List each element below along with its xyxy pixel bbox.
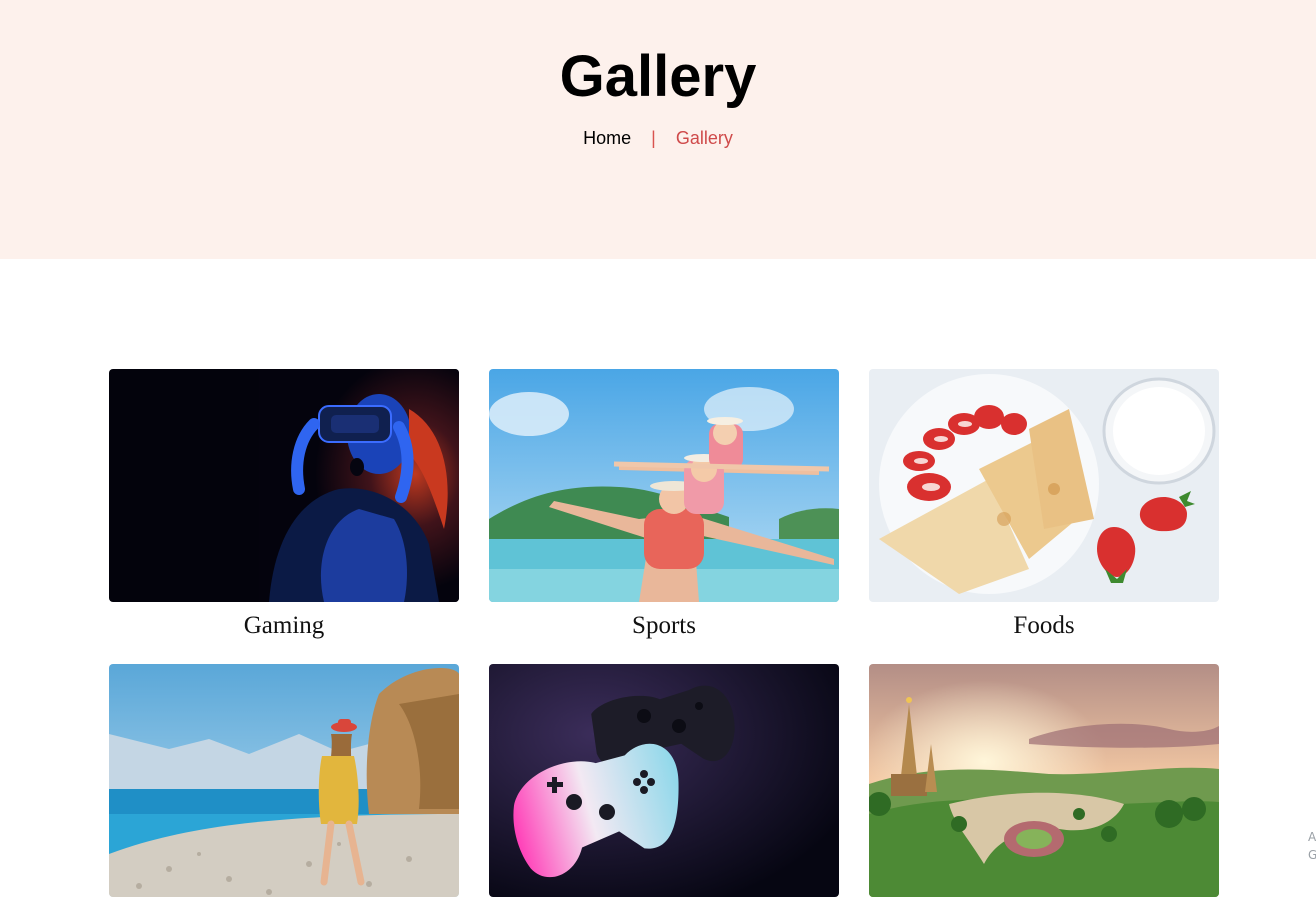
gallery-image-link[interactable]: [109, 664, 459, 897]
page-title: Gallery: [559, 44, 757, 109]
breadcrumb-current: Gallery: [675, 128, 733, 148]
pagoda-sunset-landscape-photo: [869, 664, 1219, 897]
gallery-caption: Gaming: [243, 612, 325, 639]
vr-headset-woman-photo: [109, 369, 459, 602]
gallery-card: Sports: [489, 369, 839, 641]
gallery-image-link[interactable]: [489, 369, 839, 602]
gallery-caption: Foods: [1013, 612, 1075, 639]
breadcrumb-separator: |: [651, 128, 656, 148]
gallery-image-link[interactable]: [869, 369, 1219, 602]
gallery-image-link[interactable]: [489, 664, 839, 897]
gallery-caption: Sports: [632, 612, 696, 639]
family-beach-airplane-photo: [489, 369, 839, 602]
gallery-card: Foods: [869, 369, 1219, 641]
gallery-image-link[interactable]: [109, 369, 459, 602]
crepes-strawberries-milk-photo: [869, 369, 1219, 602]
gallery-image-link[interactable]: [869, 664, 1219, 897]
game-controllers-photo: [489, 664, 839, 897]
girl-walking-on-beach-photo: [109, 664, 459, 897]
gallery-card: [869, 664, 1219, 897]
breadcrumb: Home | Gallery: [0, 128, 1316, 149]
breadcrumb-home-link[interactable]: Home: [583, 128, 631, 149]
page-hero: Gallery Home | Gallery: [0, 0, 1316, 259]
gallery-card: [109, 664, 459, 897]
gallery-card: Gaming: [109, 369, 459, 641]
edge-overlay-text: A G: [1308, 830, 1316, 862]
gallery-card: [489, 664, 839, 897]
